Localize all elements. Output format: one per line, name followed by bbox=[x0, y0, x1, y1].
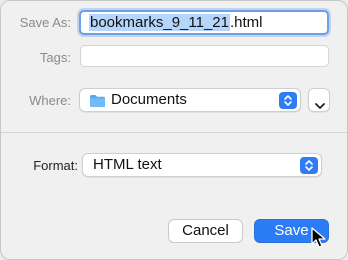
chevron-down-icon bbox=[314, 97, 326, 115]
tags-label: Tags: bbox=[39, 50, 71, 65]
format-value: HTML text bbox=[93, 156, 162, 173]
updown-chevron-icon bbox=[300, 157, 318, 174]
format-popup[interactable]: HTML text bbox=[82, 153, 322, 177]
where-popup[interactable]: Documents bbox=[79, 88, 301, 112]
filename-selection: bookmarks_9_11_21 bbox=[89, 14, 230, 31]
expand-button[interactable] bbox=[308, 88, 330, 112]
format-label: Format: bbox=[33, 158, 78, 173]
save-dialog: Save As: bookmarks_9_11_21.html Tags: Wh… bbox=[0, 0, 348, 260]
where-value: Documents bbox=[111, 91, 187, 108]
filename-text: bookmarks_9_11_21.html bbox=[89, 14, 263, 31]
filename-field[interactable]: bookmarks_9_11_21.html bbox=[79, 10, 329, 35]
tags-field[interactable] bbox=[80, 45, 329, 67]
where-label: Where: bbox=[29, 93, 71, 108]
cancel-button[interactable]: Cancel bbox=[168, 219, 243, 243]
folder-icon bbox=[89, 94, 106, 113]
save-as-label: Save As: bbox=[19, 15, 71, 30]
filename-extension: .html bbox=[229, 14, 263, 31]
updown-chevron-icon bbox=[279, 92, 297, 109]
mouse-pointer-icon bbox=[311, 227, 327, 254]
divider bbox=[1, 132, 347, 133]
